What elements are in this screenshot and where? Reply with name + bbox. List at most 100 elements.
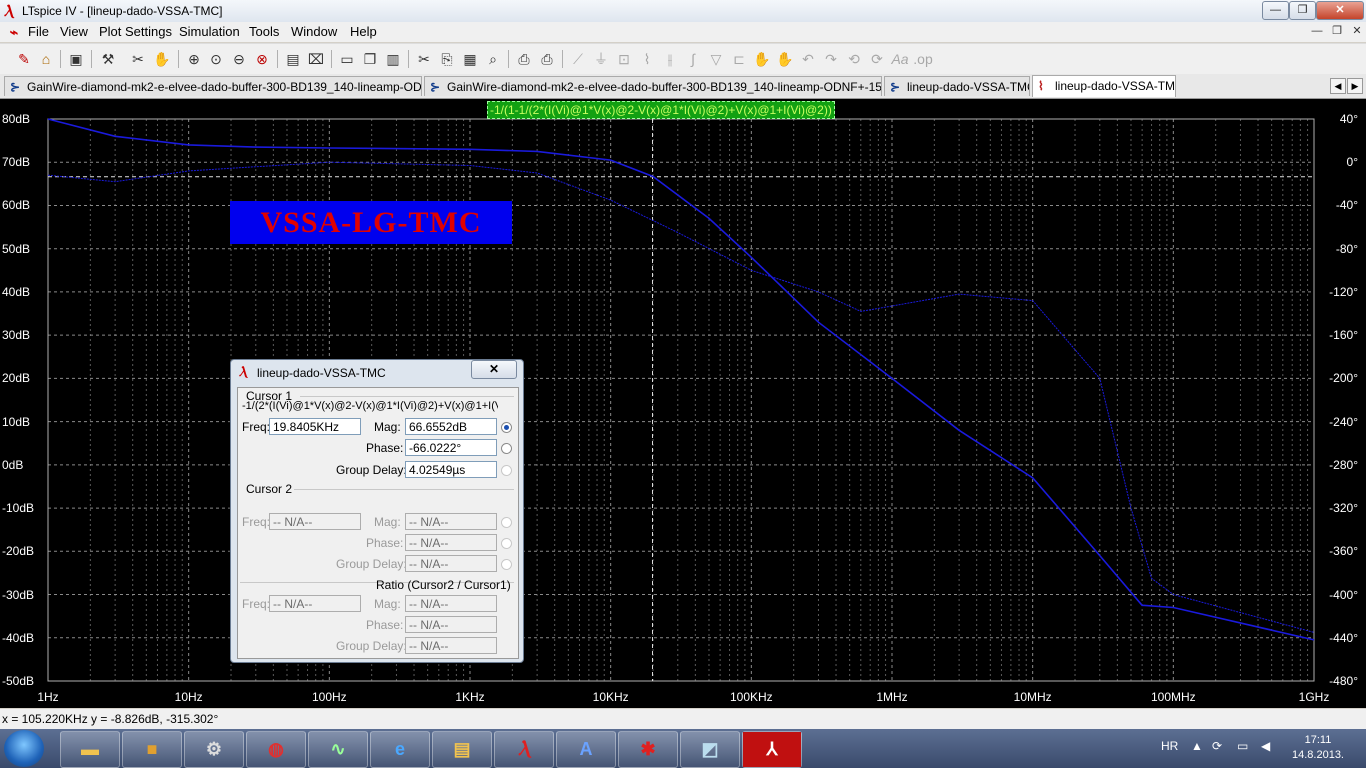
mdi-window-icon[interactable]: ⌁ — [4, 22, 24, 42]
spice-directive-icon[interactable]: .op — [913, 49, 933, 69]
taskbar-app-3[interactable]: ⚙ — [184, 731, 244, 768]
menu-help[interactable]: Help — [350, 24, 377, 39]
diode-icon[interactable]: ▽ — [706, 49, 726, 69]
menu-simulation[interactable]: Simulation — [179, 24, 240, 39]
tab-lineup-schematic[interactable]: ⊱ lineup-dado-VSSA-TMC — [884, 76, 1030, 96]
move-icon[interactable]: ✋ — [752, 49, 772, 69]
taskbar-app-7[interactable]: ▤ — [432, 731, 492, 768]
cursor2-freq-field[interactable]: -- N/A-- — [269, 513, 361, 530]
cascade-icon[interactable]: ❐ — [360, 49, 380, 69]
find-icon[interactable]: ⌕ — [483, 49, 503, 69]
menu-file[interactable]: File — [28, 24, 49, 39]
ground-icon[interactable]: ⏚ — [591, 49, 611, 69]
taskbar-acrobat[interactable]: ⅄ — [742, 731, 802, 768]
pick-traces-icon[interactable]: ⌧ — [306, 49, 326, 69]
ratio-mag-field[interactable]: -- N/A-- — [405, 595, 497, 612]
cursor2-phase-radio[interactable] — [501, 538, 512, 549]
mirror-icon[interactable]: ⟳ — [867, 49, 887, 69]
mdi-close-button[interactable]: ✕ — [1349, 24, 1365, 38]
cursor1-mag-radio[interactable] — [501, 422, 512, 433]
run-icon[interactable]: ✂ — [128, 49, 148, 69]
paste-icon[interactable]: ▦ — [460, 49, 480, 69]
tab-scroll-right-icon[interactable]: ▶ — [1347, 78, 1363, 94]
cursor1-group-delay-radio[interactable] — [501, 465, 512, 476]
pan-hand-icon[interactable]: ✋ — [152, 49, 172, 69]
tab-gainwire-odnf[interactable]: ⊱ GainWire-diamond-mk2-e-elvee-dado-buff… — [4, 76, 422, 96]
sync-icon[interactable]: ⟳ — [1212, 739, 1222, 753]
x-tick-label: 10KHz — [592, 690, 629, 704]
cursor2-mag-field[interactable]: -- N/A-- — [405, 513, 497, 530]
menu-tools[interactable]: Tools — [249, 24, 279, 39]
trace-expression-label[interactable]: -1/(1-1/(2*(I(Vi)@1*V(x)@2-V(x)@1*I(Vi)@… — [487, 101, 835, 119]
menu-plot-settings[interactable]: Plot Settings — [99, 24, 172, 39]
cursor2-mag-radio[interactable] — [501, 517, 512, 528]
menu-view[interactable]: View — [60, 24, 88, 39]
taskbar-app-5[interactable]: ∿ — [308, 731, 368, 768]
rotate-icon[interactable]: ⟲ — [844, 49, 864, 69]
network-icon[interactable]: ▭ — [1237, 739, 1248, 753]
cursor1-phase-radio[interactable] — [501, 443, 512, 454]
tab-gainwire-cmccs[interactable]: ⊱ GainWire-diamond-mk2-e-elvee-dado-buff… — [424, 76, 882, 96]
drag-icon[interactable]: ✋ — [775, 49, 795, 69]
start-button[interactable] — [4, 730, 44, 767]
dialog-close-button[interactable]: ✕ — [471, 360, 517, 379]
mdi-minimize-button[interactable]: — — [1309, 24, 1325, 38]
cursor1-group-delay-field[interactable]: 4.02549µs — [405, 461, 497, 478]
maximize-button[interactable]: ❐ — [1289, 1, 1316, 20]
label-icon[interactable]: ⊡ — [614, 49, 634, 69]
cursor2-phase-field[interactable]: -- N/A-- — [405, 534, 497, 551]
zoom-in-icon[interactable]: ⊕ — [184, 49, 204, 69]
cursor1-freq-field[interactable]: 19.8405KHz — [269, 418, 361, 435]
minimize-button[interactable]: — — [1262, 1, 1289, 20]
menu-window[interactable]: Window — [291, 24, 337, 39]
resistor-icon[interactable]: ⌇ — [637, 49, 657, 69]
zoom-out-icon[interactable]: ⊖ — [229, 49, 249, 69]
new-schematic-icon[interactable]: ✎ — [14, 49, 34, 69]
autorange-icon[interactable]: ▤ — [283, 49, 303, 69]
ratio-phase-field[interactable]: -- N/A-- — [405, 616, 497, 633]
taskbar-app-9[interactable]: A — [556, 731, 616, 768]
copy-icon[interactable]: ⎘ — [437, 49, 457, 69]
ratio-freq-field[interactable]: -- N/A-- — [269, 595, 361, 612]
plot-canvas[interactable] — [0, 99, 1366, 708]
y2-tick-label: -360° — [1329, 544, 1358, 559]
ratio-group-delay-field[interactable]: -- N/A-- — [405, 637, 497, 654]
cursor2-group-delay-field[interactable]: -- N/A-- — [405, 555, 497, 572]
cursor1-phase-field[interactable]: -66.0222° — [405, 439, 497, 456]
tab-scroll-left-icon[interactable]: ◀ — [1330, 78, 1346, 94]
clock[interactable]: 17:11 14.8.2013. — [1292, 733, 1344, 763]
volume-icon[interactable]: ◀ — [1261, 739, 1270, 753]
text-icon[interactable]: Aa — [890, 49, 910, 69]
undo-icon[interactable]: ↶ — [798, 49, 818, 69]
capacitor-icon[interactable]: ⫲ — [660, 49, 680, 69]
tab-lineup-waveform[interactable]: ⌇ lineup-dado-VSSA-TMC — [1032, 75, 1176, 97]
inductor-icon[interactable]: ∫ — [683, 49, 703, 69]
component-icon[interactable]: ⊏ — [729, 49, 749, 69]
show-hidden-icons-icon[interactable]: ▲ — [1191, 739, 1203, 753]
taskbar-app-11[interactable]: ◩ — [680, 731, 740, 768]
taskbar-ie[interactable]: e — [370, 731, 430, 768]
zoom-fit-icon[interactable]: ⊗ — [252, 49, 272, 69]
tile-horizontal-icon[interactable]: ▭ — [337, 49, 357, 69]
save-icon[interactable]: ▣ — [66, 49, 86, 69]
taskbar-app-10[interactable]: ✱ — [618, 731, 678, 768]
open-folder-icon[interactable]: ⌂ — [36, 49, 56, 69]
cut-icon[interactable]: ✂ — [414, 49, 434, 69]
print-preview-icon[interactable]: ⎙ — [514, 49, 534, 69]
taskbar-app-4[interactable]: ◍ — [246, 731, 306, 768]
taskbar-explorer[interactable]: ▬ — [60, 731, 120, 768]
tile-vertical-icon[interactable]: ▥ — [383, 49, 403, 69]
close-button[interactable]: ✕ — [1316, 1, 1364, 20]
waveform-plot[interactable] — [0, 99, 1366, 708]
mdi-restore-button[interactable]: ❐ — [1329, 24, 1345, 38]
print-icon[interactable]: ⎙ — [537, 49, 557, 69]
wire-icon[interactable]: ⟋ — [568, 49, 588, 69]
cursor2-group-delay-radio[interactable] — [501, 559, 512, 570]
cursor1-mag-field[interactable]: 66.6552dB — [405, 418, 497, 435]
control-panel-icon[interactable]: ⚒ — [98, 49, 118, 69]
language-indicator[interactable]: HR — [1161, 739, 1178, 753]
zoom-area-icon[interactable]: ⊙ — [206, 49, 226, 69]
taskbar-ltspice[interactable]: Ⲗ — [494, 731, 554, 768]
redo-icon[interactable]: ↷ — [821, 49, 841, 69]
taskbar-app-2[interactable]: ■ — [122, 731, 182, 768]
